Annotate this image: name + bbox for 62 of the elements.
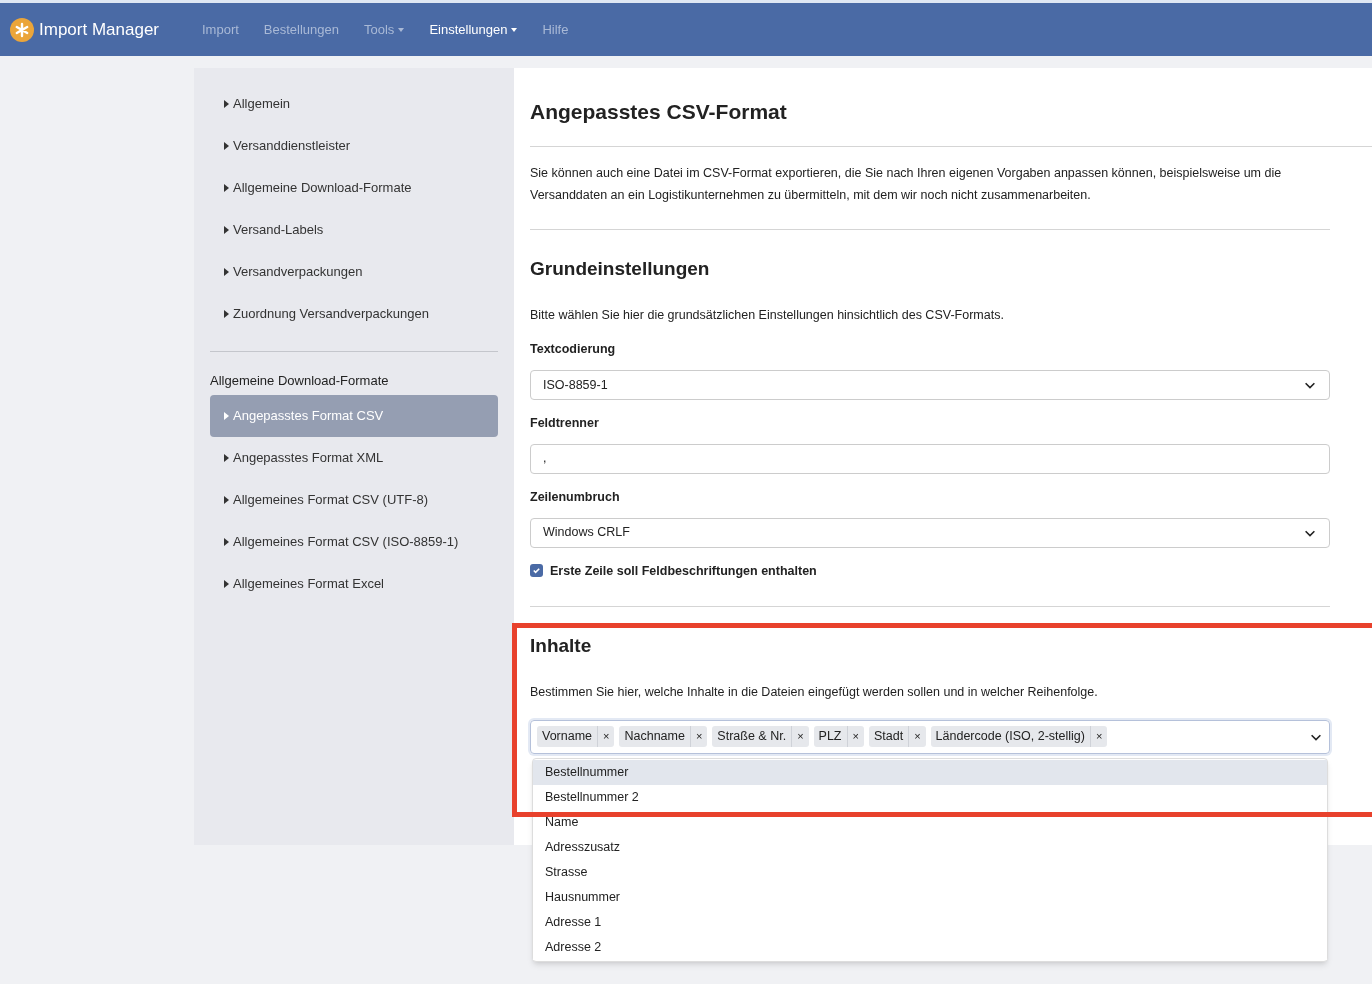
tag-label: Straße & Nr. — [716, 728, 788, 746]
dropdown-option[interactable]: Adresse 2 — [533, 934, 1327, 960]
sidebar-heading: Allgemeine Download-Formate — [210, 372, 390, 390]
section-title: Inhalte — [530, 634, 593, 659]
dropdown-option[interactable]: Adresse 1 — [533, 909, 1327, 935]
dropdown-option[interactable]: Adresszusatz — [533, 834, 1327, 860]
nav-link[interactable]: Einstellungen — [429, 19, 518, 40]
app-title: Import Manager — [39, 18, 159, 41]
caret-icon — [224, 495, 229, 504]
caret-icon — [224, 310, 229, 318]
section-text: Bestimmen Sie hier, welche Inhalte in die Dateien eingefügt werden sollen und in welcher Reihenfolge. — [530, 683, 1099, 701]
dropdown-option[interactable]: Bestellnummer 2 — [533, 784, 1327, 810]
multi-select-field[interactable]: Vorname × Nachname × Straße & Nr. × PLZ × Stadt × Ländercode (ISO, 2-stellig) × — [530, 719, 1330, 754]
remove-tag-button[interactable]: × — [689, 726, 708, 747]
checkbox-label: Erste Zeile soll Feldbeschriftungen enthalten — [550, 562, 817, 580]
sidebar-item[interactable]: Zuordnung Versandverpackungen — [210, 293, 498, 335]
asterisk-logo-icon — [10, 17, 34, 42]
remove-tag-button[interactable]: × — [1089, 726, 1108, 747]
remove-tag-button[interactable]: × — [791, 726, 809, 747]
caret-icon — [224, 226, 229, 234]
sidebar-item[interactable]: Allgemeines Format Excel — [210, 562, 498, 605]
dropdown-option[interactable]: Hausnummer — [533, 884, 1327, 910]
remove-tag-button[interactable]: × — [908, 726, 926, 747]
dropdown-option[interactable]: Bestellnummer — [533, 759, 1327, 785]
caret-down-icon — [398, 27, 405, 32]
field-label: Feldtrenner — [530, 415, 600, 432]
remove-tag-button[interactable]: × — [846, 726, 864, 747]
caret-icon — [224, 537, 229, 546]
sidebar-item[interactable]: Versandverpackungen — [210, 251, 498, 293]
tag-label: Vorname — [541, 728, 594, 746]
sidebar-item[interactable]: Versand-Labels — [210, 209, 498, 251]
remove-tag-button[interactable]: × — [597, 726, 615, 747]
caret-icon — [224, 579, 229, 588]
sidebar-item[interactable]: Allgemeines Format CSV (ISO-8859-1) — [210, 520, 498, 563]
sidebar-item[interactable]: Allgemeines Format CSV (UTF-8) — [210, 478, 498, 521]
caret-icon — [224, 184, 229, 192]
tag-label: Nachname — [623, 728, 686, 746]
tag-label: Stadt — [872, 728, 905, 746]
select-field[interactable]: ISO-8859-1 — [530, 370, 1330, 400]
input-field[interactable]: , — [530, 443, 1330, 474]
sidebar-item[interactable]: Allgemein — [210, 83, 498, 125]
intro-text: Sie können auch eine Datei im CSV-Format exportieren, die Sie nach Ihren eigenen Vorgaben anpassen können, beispielsweise um die Versanddaten an ein Logistikunternehmen zu übermitteln, mit dem wir noch nicht zusammenarbeiten. — [530, 165, 1283, 204]
field-label: Zeilenumbruch — [530, 488, 621, 506]
caret-down-icon — [511, 27, 518, 32]
select-field[interactable]: Windows CRLF — [530, 517, 1330, 548]
field-label: Textcodierung — [530, 341, 617, 359]
section-text: Bitte wählen Sie hier die grundsätzlichen Einstellungen hinsichtlich des CSV-Formats. — [530, 306, 1005, 324]
check-icon — [532, 566, 541, 576]
caret-icon — [224, 453, 229, 462]
sidebar-item[interactable]: Allgemeine Download-Formate — [210, 167, 498, 209]
section-title: Grundeinstellungen — [530, 257, 711, 281]
caret-icon — [224, 268, 229, 276]
dropdown-option[interactable]: Strasse — [533, 859, 1327, 885]
checkbox[interactable] — [530, 564, 543, 578]
tag-label: PLZ — [817, 728, 843, 746]
sidebar-item[interactable]: Versanddienstleister — [210, 125, 498, 167]
caret-icon — [224, 142, 229, 150]
sidebar-item[interactable]: Angepasstes Format XML — [210, 436, 498, 479]
caret-icon — [224, 411, 229, 420]
caret-icon — [224, 100, 229, 108]
page-title: Angepasstes CSV-Format — [530, 99, 788, 124]
tag-label: Ländercode (ISO, 2-stellig) — [934, 728, 1086, 746]
